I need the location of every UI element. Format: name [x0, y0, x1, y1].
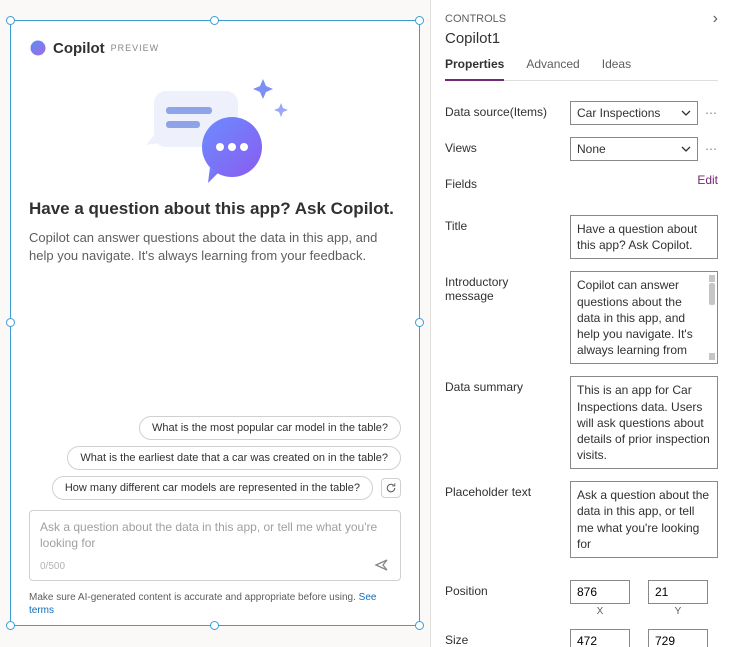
- panel-header: CONTROLS: [445, 13, 506, 25]
- prop-label-summary: Data summary: [445, 376, 560, 394]
- resize-handle[interactable]: [210, 621, 219, 630]
- resize-handle[interactable]: [6, 621, 15, 630]
- char-counter: 0/500: [40, 561, 65, 572]
- height-input[interactable]: [648, 629, 708, 647]
- refresh-suggestions-icon[interactable]: [381, 478, 401, 498]
- width-input[interactable]: [570, 629, 630, 647]
- placeholder-input[interactable]: Ask a question about the data in this ap…: [570, 481, 718, 558]
- resize-handle[interactable]: [415, 621, 424, 630]
- datasource-dropdown[interactable]: Car Inspections: [570, 101, 698, 125]
- design-canvas: Copilot PREVIEW: [0, 0, 430, 647]
- chat-input-placeholder: Ask a question about the data in this ap…: [40, 519, 390, 551]
- control-name: Copilot1: [445, 30, 718, 47]
- suggestion-pill[interactable]: What is the most popular car model in th…: [139, 416, 401, 440]
- resize-handle[interactable]: [6, 318, 15, 327]
- suggestion-pill[interactable]: How many different car models are repres…: [52, 476, 373, 500]
- fields-edit-link[interactable]: Edit: [697, 173, 718, 187]
- more-icon[interactable]: ⋯: [704, 142, 718, 156]
- suggestion-pill[interactable]: What is the earliest date that a car was…: [67, 446, 401, 470]
- copilot-card: Copilot PREVIEW: [11, 21, 419, 625]
- prop-label-views: Views: [445, 137, 560, 155]
- prop-label-fields: Fields: [445, 173, 560, 191]
- resize-handle[interactable]: [6, 16, 15, 25]
- ai-disclaimer: Make sure AI-generated content is accura…: [29, 591, 401, 617]
- chevron-down-icon: [681, 144, 691, 154]
- more-icon[interactable]: ⋯: [704, 106, 718, 120]
- prop-label-title: Title: [445, 215, 560, 233]
- chat-input[interactable]: Ask a question about the data in this ap…: [29, 510, 401, 581]
- tab-properties[interactable]: Properties: [445, 57, 504, 81]
- resize-handle[interactable]: [210, 16, 219, 25]
- copilot-intro-message: Copilot can answer questions about the d…: [29, 229, 401, 265]
- selected-control-outline[interactable]: Copilot PREVIEW: [10, 20, 420, 626]
- scrollbar[interactable]: [709, 275, 715, 360]
- summary-input[interactable]: This is an app for Car Inspections data.…: [570, 376, 718, 469]
- chevron-down-icon: [681, 108, 691, 118]
- prop-label-datasource: Data source(Items): [445, 101, 560, 119]
- collapse-panel-icon[interactable]: ›: [713, 10, 718, 28]
- pos-y-input[interactable]: [648, 580, 708, 604]
- prop-label-intro: Introductory message: [445, 271, 560, 303]
- pos-x-input[interactable]: [570, 580, 630, 604]
- resize-handle[interactable]: [415, 318, 424, 327]
- title-input[interactable]: Have a question about this app? Ask Copi…: [570, 215, 718, 259]
- copilot-brand: Copilot: [53, 40, 105, 57]
- copilot-title: Have a question about this app? Ask Copi…: [29, 199, 401, 219]
- copilot-logo-icon: [29, 39, 47, 57]
- suggestion-list: What is the most popular car model in th…: [29, 416, 401, 508]
- views-dropdown[interactable]: None: [570, 137, 698, 161]
- prop-label-placeholder: Placeholder text: [445, 481, 560, 499]
- send-icon[interactable]: [374, 557, 390, 576]
- prop-label-size: Size: [445, 629, 560, 647]
- prop-label-position: Position: [445, 580, 560, 598]
- tab-advanced[interactable]: Advanced: [526, 57, 579, 80]
- intro-input[interactable]: Copilot can answer questions about the d…: [570, 271, 718, 364]
- properties-panel: CONTROLS › Copilot1 Properties Advanced …: [430, 0, 732, 647]
- resize-handle[interactable]: [415, 16, 424, 25]
- panel-tabs: Properties Advanced Ideas: [445, 57, 718, 81]
- copilot-illustration: [29, 57, 401, 199]
- tab-ideas[interactable]: Ideas: [602, 57, 631, 80]
- preview-badge: PREVIEW: [111, 43, 160, 53]
